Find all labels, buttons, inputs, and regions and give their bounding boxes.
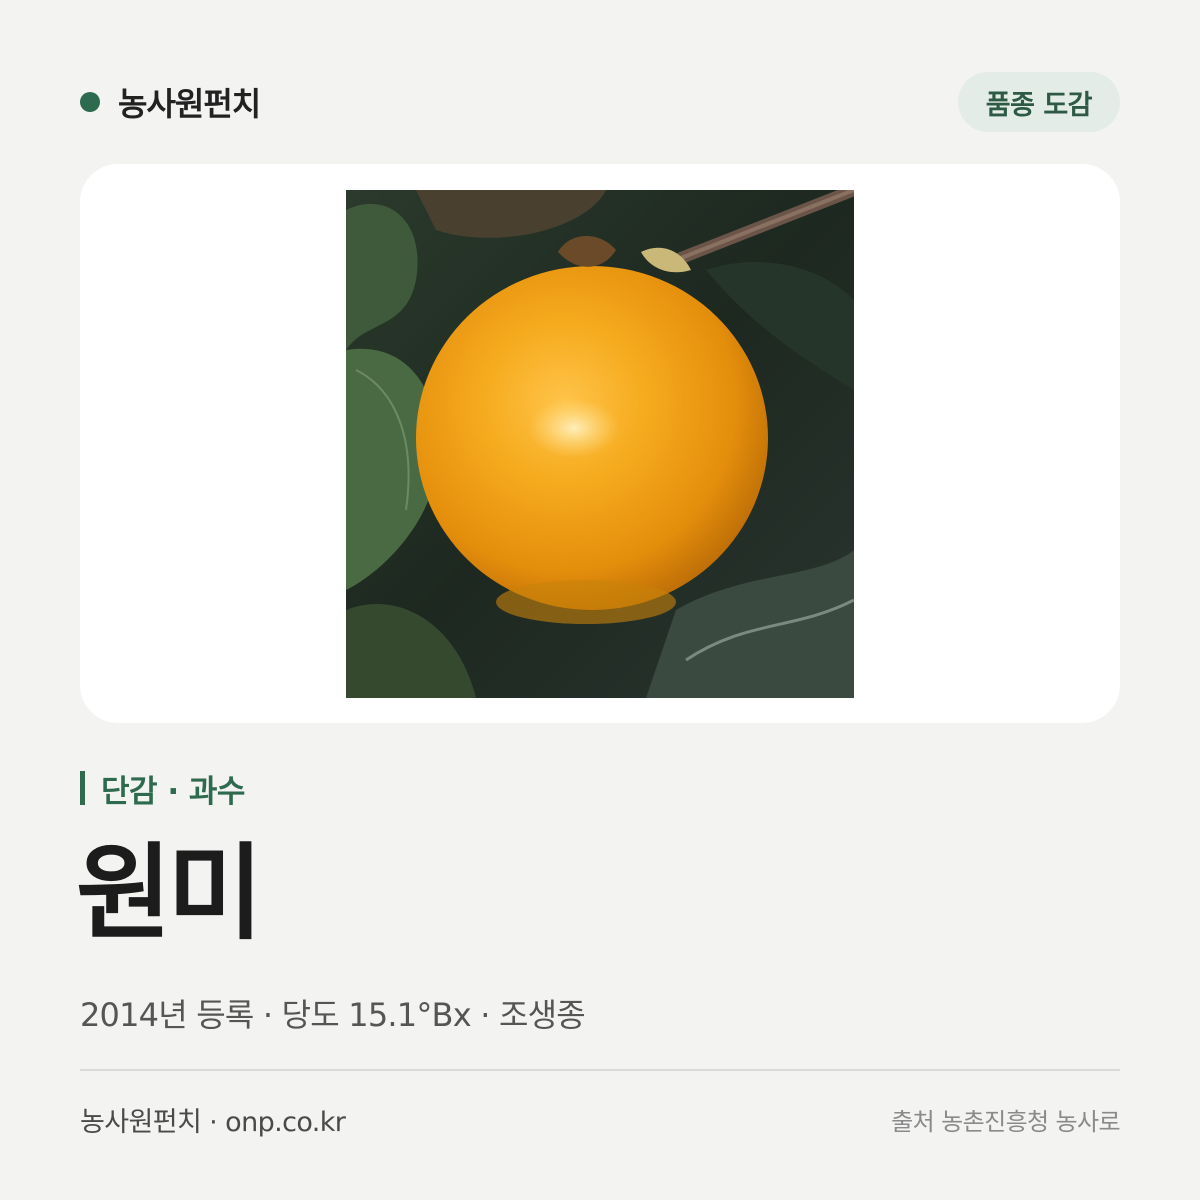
footer-site-link[interactable]: 농사원펀치 · onp.co.kr: [80, 1100, 346, 1139]
catalog-badge[interactable]: 품종 도감: [957, 72, 1120, 132]
divider: [80, 1069, 1120, 1071]
persimmon-photo: [346, 190, 854, 698]
header: 농사원펀치 품종 도감: [80, 72, 1120, 132]
brand-dot-icon: [80, 92, 100, 112]
category-accent-bar: [80, 771, 85, 805]
variety-details: 2014년 등록 · 당도 15.1°Bx · 조생종: [80, 996, 586, 1034]
category-text: 단감 · 과수: [101, 773, 245, 810]
brand[interactable]: 농사원펀치: [80, 79, 261, 125]
footer-source: 출처 농촌진흥청 농사로: [891, 1108, 1120, 1136]
category-label: 단감 · 과수: [80, 768, 245, 810]
image-card: [80, 164, 1120, 723]
variety-name: 원미: [76, 832, 263, 954]
brand-name: 농사원펀치: [118, 85, 261, 123]
